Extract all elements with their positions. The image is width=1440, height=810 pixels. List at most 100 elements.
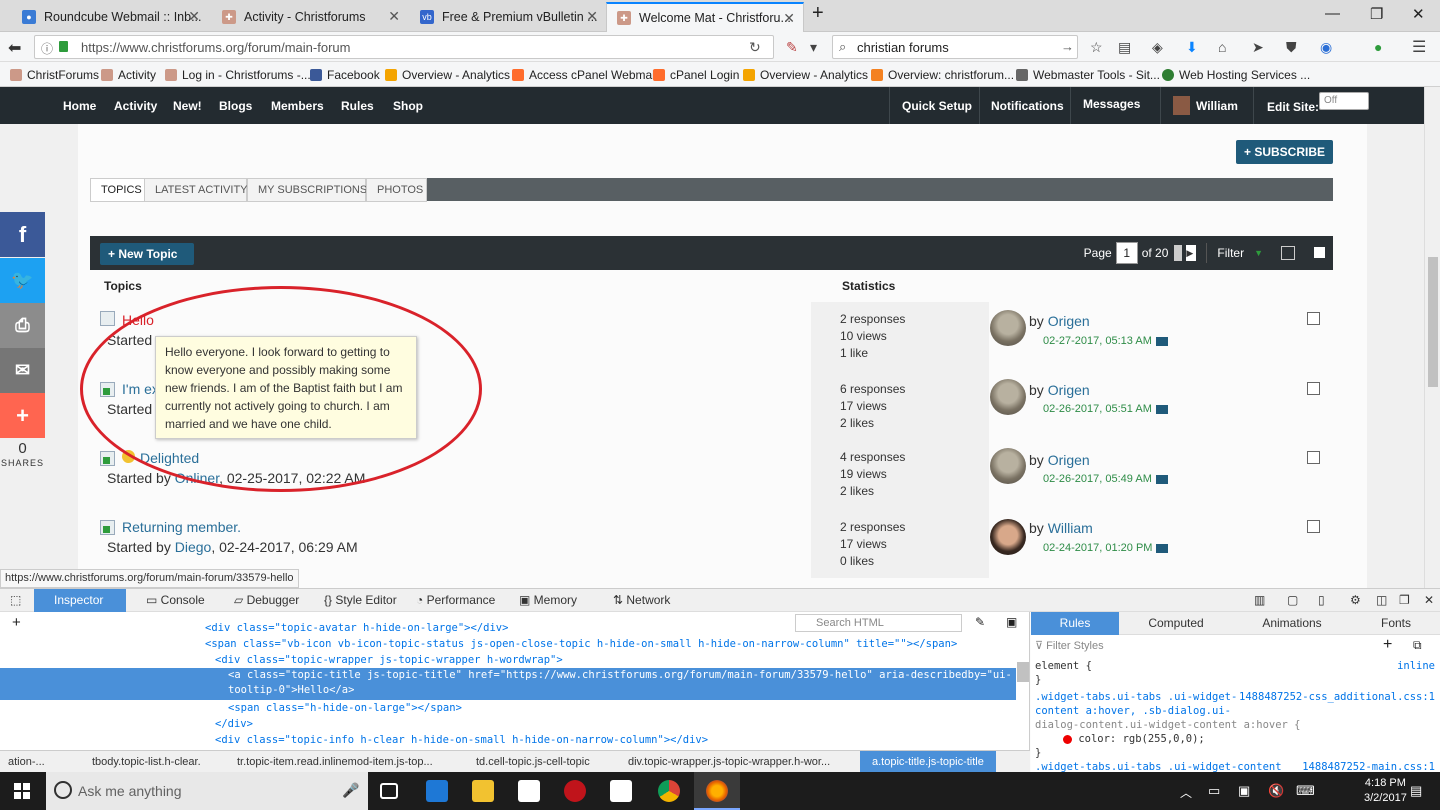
pocket-icon[interactable]: ◈ [1152, 39, 1163, 56]
go-to-post-icon[interactable] [1155, 404, 1168, 414]
store-icon[interactable] [518, 780, 540, 802]
reload-icon[interactable]: ↻ [749, 39, 761, 56]
bookmark-cpanel-login[interactable]: cPanel Login [653, 68, 739, 82]
shield-icon[interactable]: ⛊ [1286, 39, 1297, 56]
firefox-icon[interactable] [706, 780, 728, 802]
bookmark-analytics[interactable]: Overview - Analytics [385, 68, 510, 82]
last-post-user-link[interactable]: Origen [1048, 382, 1090, 398]
rule-selector[interactable]: dialog-content.ui-widget-content a:hover… [1035, 718, 1435, 732]
system-clock[interactable]: 4:18 PM 3/2/2017 [1364, 776, 1407, 806]
tab-computed[interactable]: Computed [1131, 612, 1221, 635]
filter-button[interactable]: Filter [1217, 246, 1244, 260]
element-picker-icon[interactable]: ⬚ [10, 593, 21, 607]
prev-page-icon[interactable] [1174, 245, 1183, 261]
rule-element[interactable]: inline element { [1035, 659, 1435, 673]
rule-property[interactable]: color: rgb(255,0,0); [1035, 732, 1435, 746]
search-engine-dropdown-icon[interactable]: ▾ [810, 39, 817, 56]
last-post-user-link[interactable]: William [1048, 520, 1093, 536]
tab-rules[interactable]: Rules [1031, 612, 1119, 635]
task-view-icon[interactable] [380, 783, 398, 799]
page-input[interactable]: 1 [1115, 242, 1138, 264]
chrome-icon[interactable] [658, 780, 680, 802]
notifications-link[interactable]: Notifications [991, 99, 1064, 113]
minimize-icon[interactable]: — [1325, 5, 1340, 22]
battery-icon[interactable]: ▭ [1208, 783, 1220, 799]
nav-new[interactable]: New! [173, 99, 202, 113]
breadcrumb[interactable]: div.topic-wrapper.js-topic-wrapper.h-wor… [628, 756, 830, 768]
go-to-post-icon[interactable] [1156, 543, 1169, 553]
next-page-icon[interactable]: ▶ [1186, 245, 1197, 261]
tab-memory[interactable]: ▣ Memory [519, 593, 577, 607]
rule-selector[interactable]: 1488487252-css_additional.css:1 .widget-t… [1035, 690, 1435, 704]
user-avatar[interactable] [1173, 96, 1190, 115]
topic-checkbox[interactable] [1307, 451, 1320, 464]
avatar[interactable] [990, 448, 1026, 484]
breadcrumb[interactable]: td.cell-topic.js-cell-topic [476, 756, 590, 768]
go-to-post-icon[interactable] [1155, 474, 1168, 484]
close-devtools-icon[interactable]: ✕ [1424, 593, 1434, 607]
page-scrollbar[interactable] [1424, 87, 1440, 588]
topic-title[interactable]: Returning member. [122, 519, 241, 535]
tab-latest-activity[interactable]: LATEST ACTIVITY [144, 178, 248, 202]
more-share-icon[interactable]: + [0, 393, 45, 438]
add-rule-icon[interactable]: + [1383, 636, 1392, 654]
topic-checkbox[interactable] [1307, 312, 1320, 325]
settings-gear-icon[interactable]: ⚙ [1350, 593, 1361, 607]
avatar[interactable] [990, 310, 1026, 346]
html-line-selected[interactable]: <a class="topic-title js-topic-title" hr… [0, 668, 1016, 700]
rule-selector[interactable]: content a:hover, .sb-dialog.ui- [1035, 704, 1435, 718]
tray-chevron-icon[interactable]: ︿ [1180, 784, 1192, 801]
edge-icon[interactable] [426, 780, 448, 802]
quick-setup-link[interactable]: Quick Setup [902, 99, 972, 113]
back-icon[interactable]: ⬅ [8, 38, 21, 58]
windows-start-icon[interactable] [14, 783, 30, 799]
expand-icon[interactable] [1281, 246, 1295, 260]
close-tab-icon[interactable]: ✕ [586, 8, 598, 25]
bookmark-cpanel-webmail[interactable]: Access cPanel Webmail [512, 68, 658, 82]
last-post-user-link[interactable]: Origen [1048, 313, 1090, 329]
tab-my-subscriptions[interactable]: MY SUBSCRIPTIONS [247, 178, 367, 202]
bookmark-log-in[interactable]: Log in - Christforums -... [165, 68, 311, 82]
tab-fonts[interactable]: Fonts [1361, 612, 1431, 635]
filter-dropdown-icon[interactable]: ▼ [1254, 248, 1263, 258]
bookmark-overview-christforum[interactable]: Overview: christforum... [871, 68, 1014, 82]
tab-topics[interactable]: TOPICS [90, 178, 145, 202]
opera-icon[interactable] [564, 780, 586, 802]
responsive-icon[interactable]: ▥ [1254, 593, 1265, 607]
restore-icon[interactable]: ❐ [1370, 5, 1383, 23]
nav-home[interactable]: Home [63, 99, 96, 113]
facebook-share-icon[interactable]: f [0, 212, 45, 257]
browser-tab-roundcube[interactable]: ● Roundcube Webmail :: Inb... ✕ [12, 2, 208, 32]
user-menu[interactable]: William [1196, 99, 1238, 113]
html-line[interactable]: <span class="vb-icon vb-icon-topic-statu… [0, 636, 1016, 652]
dock-icon[interactable]: ◫ [1376, 593, 1387, 607]
email-share-icon[interactable]: ✉ [0, 348, 45, 393]
author-link[interactable]: Diego [175, 539, 212, 555]
browser-tab-welcome-mat[interactable]: ✚ Welcome Mat - Christforu... ✕ [606, 2, 804, 32]
bookmark-analytics-2[interactable]: Overview - Analytics [743, 68, 868, 82]
notification-center-icon[interactable]: ▤ [1410, 783, 1422, 799]
send-icon[interactable]: ➤ [1252, 39, 1264, 56]
avatar[interactable] [990, 519, 1026, 555]
device-icon[interactable]: ▯ [1318, 593, 1325, 607]
avatar[interactable] [990, 379, 1026, 415]
bookmark-web-hosting[interactable]: Web Hosting Services ... [1162, 68, 1310, 82]
topic-checkbox[interactable] [1307, 520, 1320, 533]
topic-checkbox[interactable] [1307, 382, 1320, 395]
select-all-checkbox[interactable] [1314, 247, 1325, 258]
tab-photos[interactable]: PHOTOS [366, 178, 427, 202]
nav-shop[interactable]: Shop [393, 99, 423, 113]
browser-tab-vbulletin[interactable]: vb Free & Premium vBulletin ... ✕ [410, 2, 606, 32]
microphone-icon[interactable]: 🎤 [342, 782, 359, 799]
network-icon[interactable]: ▣ [1238, 783, 1250, 799]
new-tab-button[interactable]: + [812, 2, 824, 25]
twitter-share-icon[interactable]: 🐦 [0, 258, 45, 303]
html-line[interactable]: <div class="topic-avatar h-hide-on-large… [0, 620, 1016, 636]
close-tab-icon[interactable]: ✕ [783, 10, 795, 27]
file-explorer-icon[interactable] [472, 780, 494, 802]
downloads-icon[interactable]: ⬇ [1186, 39, 1198, 56]
tab-style-editor[interactable]: {} Style Editor [324, 593, 397, 607]
messages-link[interactable]: Messages [1083, 97, 1140, 111]
nav-activity[interactable]: Activity [114, 99, 157, 113]
nav-members[interactable]: Members [271, 99, 324, 113]
